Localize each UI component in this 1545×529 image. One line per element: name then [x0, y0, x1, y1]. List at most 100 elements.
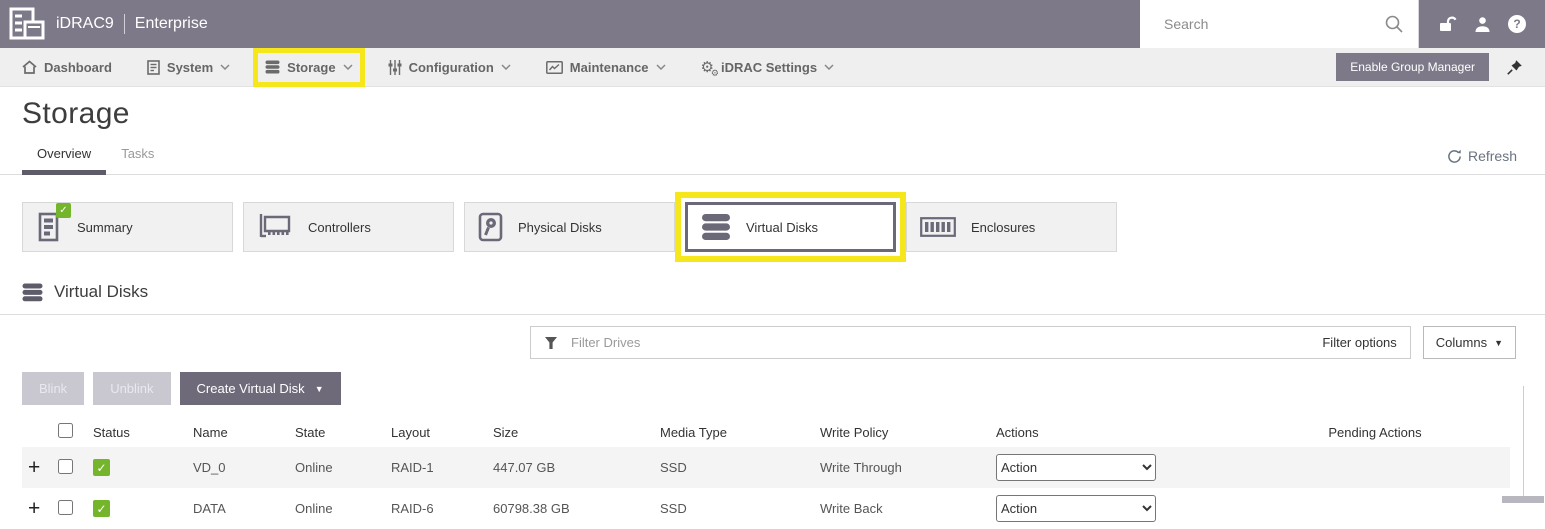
help-icon[interactable]: ? — [1508, 15, 1526, 33]
unblink-button[interactable]: Unblink — [93, 372, 170, 405]
section-header: Virtual Disks — [22, 282, 1545, 302]
expand-row-icon[interactable]: + — [22, 497, 40, 520]
vd-name: VD_0 — [193, 447, 295, 488]
expand-row-icon[interactable]: + — [22, 456, 40, 479]
topbar-spacer — [208, 0, 1140, 48]
card-label: Physical Disks — [518, 220, 602, 235]
enable-group-manager-button[interactable]: Enable Group Manager — [1336, 53, 1489, 81]
action-select[interactable]: Action — [996, 495, 1156, 522]
configuration-icon — [388, 60, 402, 75]
select-all-checkbox[interactable] — [58, 423, 73, 438]
vd-layout: RAID-6 — [391, 488, 493, 529]
nav-item-dashboard[interactable]: Dashboard — [22, 60, 112, 75]
vd-state: Online — [295, 447, 391, 488]
create-virtual-disk-label: Create Virtual Disk — [197, 381, 305, 396]
vd-size: 447.07 GB — [493, 447, 660, 488]
column-header-status[interactable]: Status — [93, 417, 193, 447]
vd-name: DATA — [193, 488, 295, 529]
chevron-down-icon — [501, 64, 511, 70]
vd-pending-actions — [1240, 447, 1510, 488]
user-icon[interactable] — [1474, 16, 1491, 33]
action-select[interactable]: Action — [996, 454, 1156, 481]
create-virtual-disk-button[interactable]: Create Virtual Disk ▼ — [180, 372, 341, 405]
status-ok-icon: ✓ — [93, 459, 110, 476]
nav-item-configuration[interactable]: Configuration — [388, 60, 511, 75]
chevron-down-icon — [220, 64, 230, 70]
maintenance-icon — [546, 61, 563, 74]
vd-write-policy: Write Through — [820, 447, 996, 488]
vd-media-type: SSD — [660, 488, 820, 529]
nav-label: Maintenance — [570, 60, 649, 75]
filter-row: Filter options Columns ▼ — [530, 326, 1516, 359]
card-label: Enclosures — [971, 220, 1035, 235]
search-icon[interactable] — [1384, 14, 1404, 34]
card-virtual-disks[interactable]: Virtual Disks — [685, 202, 896, 252]
column-header-name[interactable]: Name — [193, 417, 295, 447]
chevron-down-icon — [824, 64, 834, 70]
chevron-down-icon — [656, 64, 666, 70]
storage-nav-cards: ✓ Summary Controllers — [22, 202, 1523, 252]
pin-icon[interactable] — [1506, 59, 1523, 76]
column-header-state[interactable]: State — [295, 417, 391, 447]
filter-funnel-icon — [544, 336, 558, 350]
physical-disk-icon — [478, 212, 503, 242]
controllers-icon — [257, 213, 293, 241]
tab-tasks[interactable]: Tasks — [106, 140, 169, 175]
card-label: Controllers — [308, 220, 371, 235]
filter-drives-input[interactable] — [569, 334, 1311, 351]
column-header-layout[interactable]: Layout — [391, 417, 493, 447]
search-box[interactable] — [1140, 0, 1418, 48]
vd-pending-actions — [1240, 488, 1510, 529]
caret-down-icon: ▼ — [1494, 338, 1503, 348]
nav-label: Dashboard — [44, 60, 112, 75]
card-physical-disks[interactable]: Physical Disks — [464, 202, 675, 252]
nav-item-maintenance[interactable]: Maintenance — [546, 60, 666, 75]
refresh-button[interactable]: Refresh — [1447, 148, 1517, 174]
row-checkbox[interactable] — [58, 459, 73, 474]
column-header-write-policy[interactable]: Write Policy — [820, 417, 996, 447]
storage-icon — [265, 60, 280, 74]
card-controllers[interactable]: Controllers — [243, 202, 454, 252]
columns-button[interactable]: Columns ▼ — [1423, 326, 1516, 359]
vd-size: 60798.38 GB — [493, 488, 660, 529]
column-header-size[interactable]: Size — [493, 417, 660, 447]
system-icon — [147, 60, 160, 75]
virtual-disks-icon — [701, 213, 731, 241]
nav-item-storage[interactable]: Storage — [265, 60, 352, 75]
select-all-checkbox-cell — [58, 417, 93, 447]
vertical-scrollbar-track — [1523, 386, 1524, 503]
top-bar: iDRAC9 Enterprise ? — [0, 0, 1545, 48]
brand-name: iDRAC9 — [56, 15, 114, 33]
section-divider — [0, 314, 1545, 315]
column-header-actions: Actions — [996, 417, 1240, 447]
filter-options-link[interactable]: Filter options — [1322, 335, 1396, 350]
tab-overview[interactable]: Overview — [22, 140, 106, 175]
blink-button[interactable]: Blink — [22, 372, 84, 405]
idrac-logo-icon — [8, 7, 45, 42]
row-checkbox[interactable] — [58, 500, 73, 515]
card-summary[interactable]: ✓ Summary — [22, 202, 233, 252]
nav-item-idrac-settings[interactable]: ⚙ ⚙ iDRAC Settings — [701, 60, 835, 75]
caret-down-icon: ▼ — [315, 384, 324, 394]
brand-divider — [124, 14, 125, 34]
nav-item-system[interactable]: System — [147, 60, 230, 75]
nav-label: System — [167, 60, 213, 75]
chevron-down-icon — [343, 64, 353, 70]
card-label: Summary — [77, 220, 133, 235]
refresh-icon — [1447, 149, 1462, 164]
brand: iDRAC9 Enterprise — [0, 0, 208, 48]
search-input[interactable] — [1162, 15, 1376, 33]
vd-state: Online — [295, 488, 391, 529]
refresh-label: Refresh — [1468, 148, 1517, 164]
card-enclosures[interactable]: Enclosures — [906, 202, 1117, 252]
lock-open-icon[interactable] — [1438, 15, 1457, 33]
column-header-media-type[interactable]: Media Type — [660, 417, 820, 447]
column-header-pending-actions: Pending Actions — [1240, 417, 1510, 447]
horizontal-scrollbar-thumb[interactable] — [1502, 496, 1544, 503]
columns-label: Columns — [1436, 335, 1487, 350]
brand-edition: Enterprise — [135, 15, 208, 33]
enclosures-icon — [920, 217, 956, 237]
filter-box[interactable]: Filter options — [530, 326, 1411, 359]
nav-right-group: Enable Group Manager — [1336, 53, 1523, 81]
table-row: + ✓ DATA Online RAID-6 60798.38 GB SSD W… — [22, 488, 1510, 529]
